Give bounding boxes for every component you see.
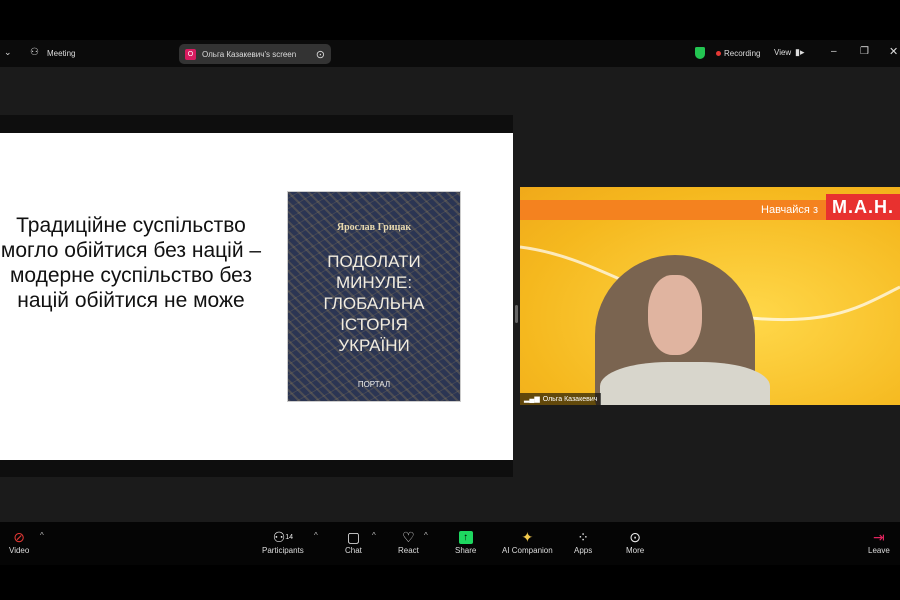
person-body — [600, 362, 770, 405]
chat-icon: ▢ — [346, 528, 361, 545]
chat-button[interactable]: ▢ Chat — [345, 528, 362, 556]
ai-companion-button[interactable]: ✦ AI Companion — [502, 528, 553, 556]
slide-text: Традиційне суспільство могло обійтися бе… — [0, 214, 262, 312]
more-options-icon[interactable]: ⊙ — [316, 48, 325, 61]
participant-name-tag: ▂▄▆ Ольга Казакевич — [520, 393, 602, 405]
apps-label: Apps — [574, 546, 593, 555]
avatar: O — [185, 48, 196, 60]
react-options-caret[interactable]: ^ — [424, 531, 428, 540]
apps-icon: ⁘ — [577, 528, 589, 545]
leave-label: Leave — [868, 546, 890, 555]
participants-icon: ⚇ 14 — [272, 528, 294, 545]
chat-label: Chat — [345, 546, 362, 555]
view-layout-icon[interactable]: ▮▸ — [795, 47, 804, 58]
top-bar: ⌄ ⚇ Meeting Recording View ▮▸ – ❐ ✕ — [0, 40, 900, 67]
book-author: Ярослав Грицак — [336, 222, 412, 233]
video-off-icon: ⊘ — [13, 528, 26, 545]
shield-icon[interactable] — [695, 47, 705, 59]
meeting-label[interactable]: Meeting — [47, 49, 75, 58]
more-label: More — [626, 546, 645, 555]
recording-dot-icon — [716, 51, 721, 56]
banner-text: Навчайся з — [761, 204, 818, 216]
apps-button[interactable]: ⁘ Apps — [574, 528, 593, 556]
leave-icon: ⇥ — [873, 528, 885, 545]
book-title: ПОДОЛАТИ МИНУЛЕ: ГЛОБАЛЬНА ІСТОРІЯ УКРАЇ… — [323, 252, 425, 355]
video-options-caret[interactable]: ^ — [40, 531, 44, 540]
participants-count: 14 — [285, 533, 294, 541]
close-icon[interactable]: ✕ — [889, 45, 898, 58]
resize-handle[interactable] — [515, 305, 518, 323]
restore-icon[interactable]: ❐ — [860, 46, 869, 57]
share-icon: ↑ — [458, 528, 473, 546]
share-label: Ольга Казакевич's screen — [202, 49, 297, 59]
participants-options-caret[interactable]: ^ — [314, 531, 318, 540]
video-banner: Навчайся з М.А.Н. — [520, 194, 900, 220]
minimize-icon[interactable]: – — [831, 46, 837, 57]
video-label: Video — [9, 546, 30, 555]
screen-share-indicator[interactable]: O Ольга Казакевич's screen ⊙ — [179, 44, 331, 64]
sparkle-icon: ✦ — [521, 528, 534, 545]
react-button[interactable]: ♡ React — [398, 528, 419, 556]
chevron-down-icon[interactable]: ⌄ — [4, 47, 12, 58]
heart-icon: ♡ — [402, 528, 415, 545]
view-button[interactable]: View — [774, 48, 791, 57]
meeting-icon: ⚇ — [30, 47, 39, 58]
participant-name: Ольга Казакевич — [542, 395, 598, 403]
participant-video[interactable]: Навчайся з М.А.Н. ▂▄▆ Ольга Казакевич — [520, 187, 900, 405]
more-button[interactable]: ⊙ More — [626, 528, 645, 556]
leave-button[interactable]: ⇥ Leave — [868, 528, 890, 556]
share-label: Share — [455, 546, 477, 555]
more-icon: ⊙ — [629, 528, 641, 545]
chat-options-caret[interactable]: ^ — [372, 531, 376, 540]
person-face — [648, 275, 702, 355]
man-logo: М.А.Н. — [826, 194, 900, 220]
video-button[interactable]: ⊘ Video — [9, 528, 30, 556]
book-publisher: ПОРТАЛ — [357, 380, 391, 389]
share-button[interactable]: ↑ Share — [455, 528, 476, 555]
recording-label[interactable]: Recording — [724, 49, 760, 58]
signal-icon: ▂▄▆ — [524, 396, 540, 403]
participants-label: Participants — [262, 546, 304, 555]
meeting-toolbar: ⊘ Video ^ ⚇ 14 Participants ^ ▢ Chat ^ ♡ Rea… — [0, 522, 900, 565]
book-cover: Ярослав Грицак ПОДОЛАТИ МИНУЛЕ: ГЛОБАЛЬН… — [287, 191, 461, 402]
participants-button[interactable]: ⚇ 14 Participants — [262, 528, 304, 556]
react-label: React — [398, 546, 419, 555]
ai-companion-label: AI Companion — [502, 546, 553, 555]
presentation-slide: Традиційне суспільство могло обійтися бе… — [0, 133, 513, 460]
